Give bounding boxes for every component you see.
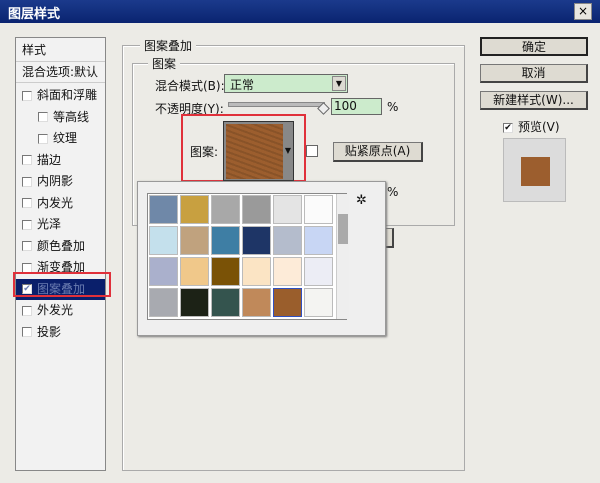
checkbox-icon[interactable] xyxy=(22,305,32,316)
checkbox-icon[interactable] xyxy=(38,112,48,122)
highlight-box xyxy=(13,272,111,297)
checkbox-icon[interactable] xyxy=(22,262,32,273)
style-item[interactable]: 斜面和浮雕 xyxy=(16,85,105,106)
snap-to-origin-button[interactable]: 贴紧原点(A) xyxy=(333,142,423,162)
style-item[interactable]: 等高线 xyxy=(16,107,105,128)
cancel-button[interactable]: 取消 xyxy=(480,64,588,83)
pattern-swatch[interactable] xyxy=(180,195,209,224)
style-item-label: 描边 xyxy=(37,152,62,167)
pattern-swatch[interactable] xyxy=(273,195,302,224)
selected-pattern-swatch xyxy=(226,124,283,179)
pattern-swatch[interactable] xyxy=(211,257,240,286)
subgroup-title: 图案 xyxy=(148,55,181,72)
group-title: 图案叠加 xyxy=(140,37,197,54)
pattern-swatch[interactable] xyxy=(180,257,209,286)
window-title: 图层样式 xyxy=(8,7,61,22)
checkbox-icon[interactable] xyxy=(22,327,32,337)
checkbox-icon[interactable] xyxy=(22,219,32,230)
checkbox-icon[interactable] xyxy=(22,155,32,165)
styles-list: 样式 混合选项:默认 斜面和浮雕 等高线 纹理 描边 内阴影 内发光 光泽 颜色叠加 渐变叠加 ✔… xyxy=(15,37,106,471)
pattern-label: 图案: xyxy=(190,145,219,159)
style-item-label: 光泽 xyxy=(37,217,62,231)
pattern-swatch[interactable] xyxy=(149,195,178,224)
styles-header[interactable]: 样式 xyxy=(16,40,105,62)
new-preset-icon[interactable] xyxy=(306,145,318,157)
blend-mode-select[interactable]: 正常 ▼ xyxy=(224,74,348,93)
pattern-swatch[interactable] xyxy=(273,288,302,317)
pattern-swatch[interactable] xyxy=(304,195,333,224)
pattern-picker-popup: ✲ xyxy=(137,181,386,336)
style-item[interactable]: 内发光 xyxy=(16,193,105,214)
pattern-swatch[interactable] xyxy=(180,288,209,317)
pattern-grid xyxy=(147,193,347,320)
style-item-label: 颜色叠加 xyxy=(37,238,86,253)
style-item[interactable]: 内阴影 xyxy=(16,171,105,192)
pattern-swatch[interactable] xyxy=(211,288,240,317)
style-item-label: 外发光 xyxy=(37,303,74,317)
preview-pattern xyxy=(521,157,550,186)
pattern-picker[interactable]: ▼ xyxy=(223,121,294,181)
ok-button[interactable]: 确定 xyxy=(480,37,588,56)
blend-mode-label: 混合模式(B): xyxy=(155,79,225,93)
pattern-swatch[interactable] xyxy=(273,257,302,286)
style-item[interactable]: 纹理 xyxy=(16,128,105,149)
blend-mode-value: 正常 xyxy=(230,78,255,92)
preview-thumbnail xyxy=(503,138,566,202)
chevron-down-icon: ▼ xyxy=(284,146,291,155)
gear-icon[interactable]: ✲ xyxy=(356,193,367,208)
checkbox-icon[interactable] xyxy=(38,133,48,144)
pattern-swatch[interactable] xyxy=(211,195,240,224)
style-item-label: 内发光 xyxy=(37,195,74,210)
checkbox-icon[interactable] xyxy=(22,198,32,208)
pattern-swatch[interactable] xyxy=(180,226,209,255)
pattern-swatch[interactable] xyxy=(304,288,333,317)
pattern-swatch[interactable] xyxy=(149,226,178,255)
opacity-input[interactable]: 100 xyxy=(331,98,382,115)
checkbox-icon[interactable] xyxy=(22,176,32,187)
pattern-swatch[interactable] xyxy=(304,257,333,286)
pattern-swatch[interactable] xyxy=(242,226,271,255)
checkbox-icon[interactable] xyxy=(22,241,32,251)
style-item-label: 投影 xyxy=(37,324,62,339)
scale-unit: % xyxy=(387,185,399,199)
blend-options-item[interactable]: 混合选项:默认 xyxy=(16,62,105,83)
title-bar: 图层样式 xyxy=(0,0,600,23)
checkbox-icon[interactable] xyxy=(22,90,32,101)
style-item[interactable]: 外发光 xyxy=(16,300,105,321)
style-item[interactable]: 投影 xyxy=(16,322,105,343)
preview-checkbox[interactable]: ✔ 预览(V) xyxy=(503,118,560,135)
style-item[interactable]: 光泽 xyxy=(16,214,105,235)
style-item-label: 内阴影 xyxy=(37,174,74,188)
pattern-swatch[interactable] xyxy=(273,226,302,255)
pattern-swatch[interactable] xyxy=(211,226,240,255)
new-style-button[interactable]: 新建样式(W)... xyxy=(480,91,588,110)
close-button[interactable]: × xyxy=(574,3,592,20)
pattern-swatch[interactable] xyxy=(242,257,271,286)
preview-label: 预览(V) xyxy=(518,120,560,134)
checkbox-icon: ✔ xyxy=(503,122,513,133)
pattern-swatch[interactable] xyxy=(242,195,271,224)
pattern-scrollbar[interactable] xyxy=(336,194,349,319)
pattern-swatch[interactable] xyxy=(304,226,333,255)
opacity-slider[interactable] xyxy=(228,102,325,107)
opacity-unit: % xyxy=(387,100,399,114)
pattern-swatch[interactable] xyxy=(149,288,178,317)
style-item[interactable]: 颜色叠加 xyxy=(16,236,105,257)
pattern-swatch[interactable] xyxy=(149,257,178,286)
style-item-label: 纹理 xyxy=(53,131,78,145)
chevron-down-icon: ▼ xyxy=(332,76,346,91)
style-item[interactable]: 描边 xyxy=(16,150,105,171)
pattern-swatch[interactable] xyxy=(242,288,271,317)
scrollbar-thumb[interactable] xyxy=(338,214,348,244)
style-item-label: 斜面和浮雕 xyxy=(37,88,98,102)
style-item-label: 等高线 xyxy=(53,109,90,124)
